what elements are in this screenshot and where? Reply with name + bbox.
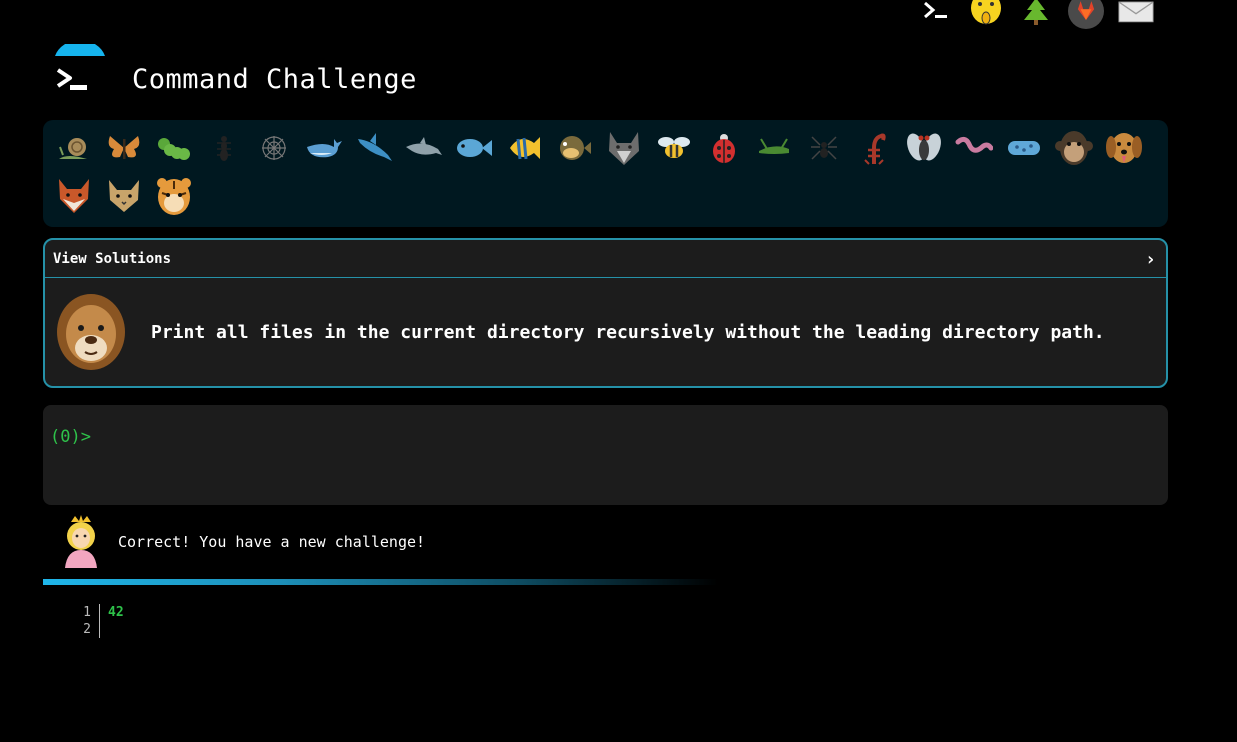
lion-icon (55, 292, 127, 372)
command-output: 1 42 2 (80, 604, 124, 638)
line-number: 2 (80, 621, 100, 638)
terminal-prompt: (0)> (50, 427, 91, 447)
line-number: 1 (80, 604, 100, 621)
progress-fill (43, 579, 718, 585)
view-solutions-toggle[interactable]: View Solutions › (45, 240, 1166, 278)
completed-challenges-strip (43, 120, 1168, 227)
caterpillar-icon[interactable] (149, 124, 199, 172)
cat-icon[interactable] (99, 172, 149, 220)
terminal-icon[interactable] (918, 0, 954, 28)
progress-bar (43, 579, 1168, 585)
snail-icon[interactable] (49, 124, 99, 172)
tiger-icon[interactable] (149, 172, 199, 220)
shark-icon[interactable] (349, 124, 399, 172)
worm-icon[interactable] (949, 124, 999, 172)
ant-icon[interactable] (199, 124, 249, 172)
scorpion-icon[interactable] (849, 124, 899, 172)
gitlab-icon[interactable] (1068, 0, 1104, 29)
fox-icon[interactable] (49, 172, 99, 220)
blowfish-icon[interactable] (549, 124, 599, 172)
tropical-fish-icon[interactable] (499, 124, 549, 172)
status-message: Correct! You have a new challenge! (58, 514, 425, 570)
princess-icon (58, 514, 104, 570)
fish-icon[interactable] (449, 124, 499, 172)
cricket-icon[interactable] (749, 124, 799, 172)
mail-icon[interactable] (1118, 0, 1154, 28)
challenge-body: Print all files in the current directory… (45, 278, 1166, 386)
view-solutions-label: View Solutions (53, 250, 172, 267)
butterfly-icon[interactable] (99, 124, 149, 172)
output-line: 2 (80, 621, 124, 638)
fly-icon[interactable] (899, 124, 949, 172)
top-icon-bar (918, 0, 1168, 29)
page-title: Command Challenge (132, 64, 417, 95)
line-text: 42 (108, 605, 124, 620)
bee-icon[interactable] (649, 124, 699, 172)
terminal-prompt-icon[interactable] (52, 40, 108, 100)
chevron-right-icon[interactable]: › (1145, 249, 1156, 270)
status-text: Correct! You have a new challenge! (118, 533, 426, 551)
monkey-icon[interactable] (1049, 124, 1099, 172)
shushing-face-icon[interactable] (968, 0, 1004, 28)
microbe-icon[interactable] (999, 124, 1049, 172)
line-text (100, 621, 108, 638)
spider-icon[interactable] (799, 124, 849, 172)
output-line: 1 42 (80, 604, 124, 621)
ladybug-icon[interactable] (699, 124, 749, 172)
terminal-input-area[interactable]: (0)> (43, 405, 1168, 505)
solutions-panel: View Solutions › Print all files in the … (43, 238, 1168, 388)
whale-icon[interactable] (299, 124, 349, 172)
spider-web-icon[interactable] (249, 124, 299, 172)
dolphin-icon[interactable] (399, 124, 449, 172)
tree-icon[interactable] (1018, 0, 1054, 28)
wolf-icon[interactable] (599, 124, 649, 172)
dog-icon[interactable] (1099, 124, 1149, 172)
challenge-description: Print all files in the current directory… (151, 321, 1105, 343)
